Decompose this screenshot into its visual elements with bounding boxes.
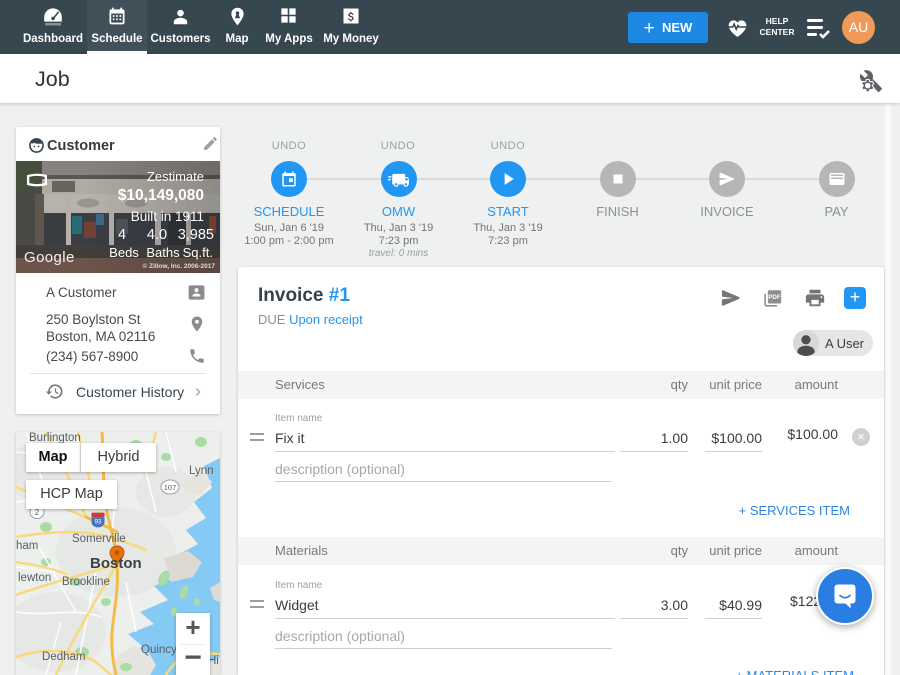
svg-text:Boston: Boston [90, 555, 142, 572]
svg-text:Quincy: Quincy [141, 644, 177, 656]
svg-text:Lynn: Lynn [189, 465, 214, 477]
svg-text:ham: ham [16, 540, 38, 552]
svg-text:2: 2 [35, 508, 40, 517]
svg-text:Brookline: Brookline [62, 576, 110, 588]
svg-text:lewton: lewton [18, 572, 51, 584]
svg-text:93: 93 [95, 519, 102, 526]
svg-text:Dedham: Dedham [42, 651, 85, 663]
svg-text:PDF: PDF [768, 294, 781, 301]
svg-text:Somerville: Somerville [72, 533, 126, 545]
svg-text:107: 107 [164, 483, 177, 492]
